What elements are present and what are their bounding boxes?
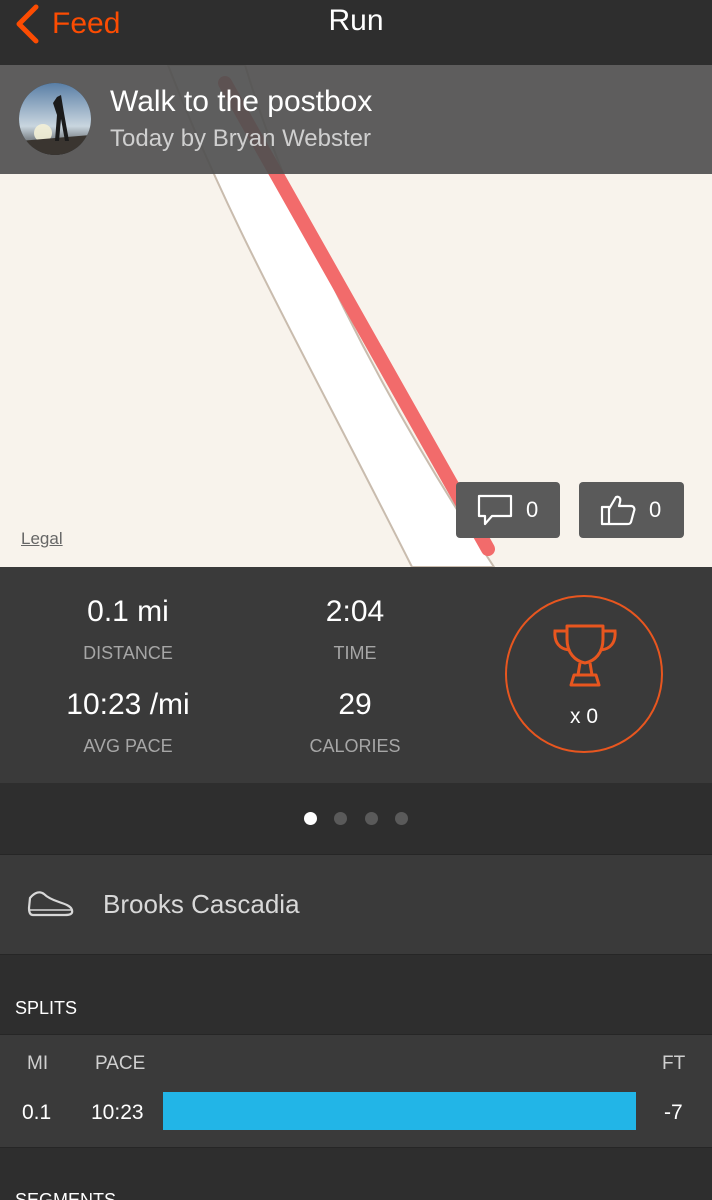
page-dot[interactable]: [304, 812, 317, 825]
nav-bar: Feed Run: [0, 0, 712, 65]
comment-icon: [477, 494, 513, 526]
gear-name: Brooks Cascadia: [103, 889, 300, 919]
split-pace: 10:23: [91, 1101, 144, 1124]
distance-value: 0.1 mi: [87, 595, 169, 628]
distance-label: DISTANCE: [83, 643, 173, 663]
page-dot[interactable]: [365, 812, 378, 825]
athlete-avatar[interactable]: [19, 83, 91, 155]
activity-header[interactable]: Walk to the postbox Today by Bryan Webst…: [0, 65, 712, 174]
activity-subtitle: Today by Bryan Webster: [110, 125, 372, 152]
page-dot[interactable]: [334, 812, 347, 825]
trophy-icon: [553, 624, 617, 687]
split-mi: 0.1: [22, 1101, 52, 1124]
avg-pace-value: 10:23 /mi: [66, 688, 190, 721]
kudos-button[interactable]: 0: [579, 482, 684, 538]
col-header-pace: PACE: [95, 1053, 146, 1074]
splits-section-header: SPLITS: [0, 955, 712, 1035]
split-pace-bar: [163, 1092, 636, 1130]
page-dot[interactable]: [395, 812, 408, 825]
splits-table: MI PACE FT 0.1 10:23 -7: [0, 1035, 712, 1148]
activity-title: Walk to the postbox: [110, 85, 373, 118]
splits-title: SPLITS: [15, 998, 78, 1018]
col-header-mi: MI: [27, 1053, 49, 1074]
thumbs-up-icon: [600, 495, 636, 526]
comments-count: 0: [526, 497, 539, 522]
comments-button[interactable]: 0: [456, 482, 560, 538]
kudos-count: 0: [649, 497, 662, 522]
calories-label: CALORIES: [309, 736, 401, 756]
avatar-image: [19, 83, 91, 155]
page-indicator: [0, 783, 712, 855]
split-elevation: -7: [664, 1101, 683, 1124]
time-value: 2:04: [325, 595, 385, 628]
calories-value: 29: [338, 688, 372, 721]
avg-pace-label: AVG PACE: [83, 736, 173, 756]
legal-link[interactable]: Legal: [21, 529, 63, 549]
achievements-count: x 0: [569, 705, 598, 728]
col-header-ft: FT: [662, 1053, 686, 1074]
gear-row[interactable]: Brooks Cascadia: [0, 855, 712, 955]
segments-section-header: SEGMENTS: [0, 1148, 712, 1200]
route-map[interactable]: Walk to the postbox Today by Bryan Webst…: [0, 65, 712, 567]
stats-panel: 0.1 mi DISTANCE 2:04 TIME 10:23 /mi AVG …: [0, 567, 712, 783]
page-title: Run: [328, 4, 384, 37]
time-label: TIME: [333, 643, 377, 663]
segments-title: SEGMENTS: [15, 1190, 117, 1200]
achievements-button[interactable]: x 0: [505, 595, 663, 753]
shoe-icon: [27, 891, 74, 917]
